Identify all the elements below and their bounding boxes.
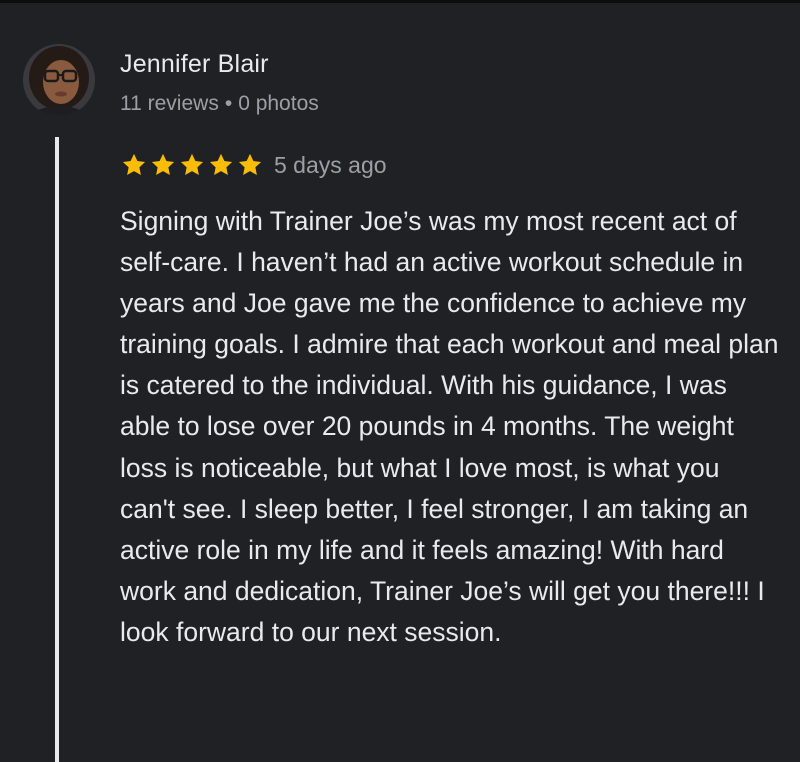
star-rating [120,151,264,179]
star-icon [209,153,233,176]
review-date: 5 days ago [274,151,387,178]
reviews-count: 11 reviews [120,92,219,115]
top-border [0,0,800,3]
reviewer-stats: 11 reviews • 0 photos [120,92,319,116]
star-icon [151,153,175,176]
rating-row: 5 days ago [120,150,387,180]
photos-count: 0 photos [238,92,319,115]
star-icon [122,153,146,176]
stats-separator: • [224,92,233,115]
reviewer-avatar[interactable] [23,44,95,116]
star-icon [180,153,204,176]
star-icon [238,153,262,176]
thread-line [55,137,59,762]
avatar-photo [23,44,95,116]
reviewer-name[interactable]: Jennifer Blair [120,50,269,79]
review-text: Signing with Trainer Joe’s was my most r… [120,206,779,647]
